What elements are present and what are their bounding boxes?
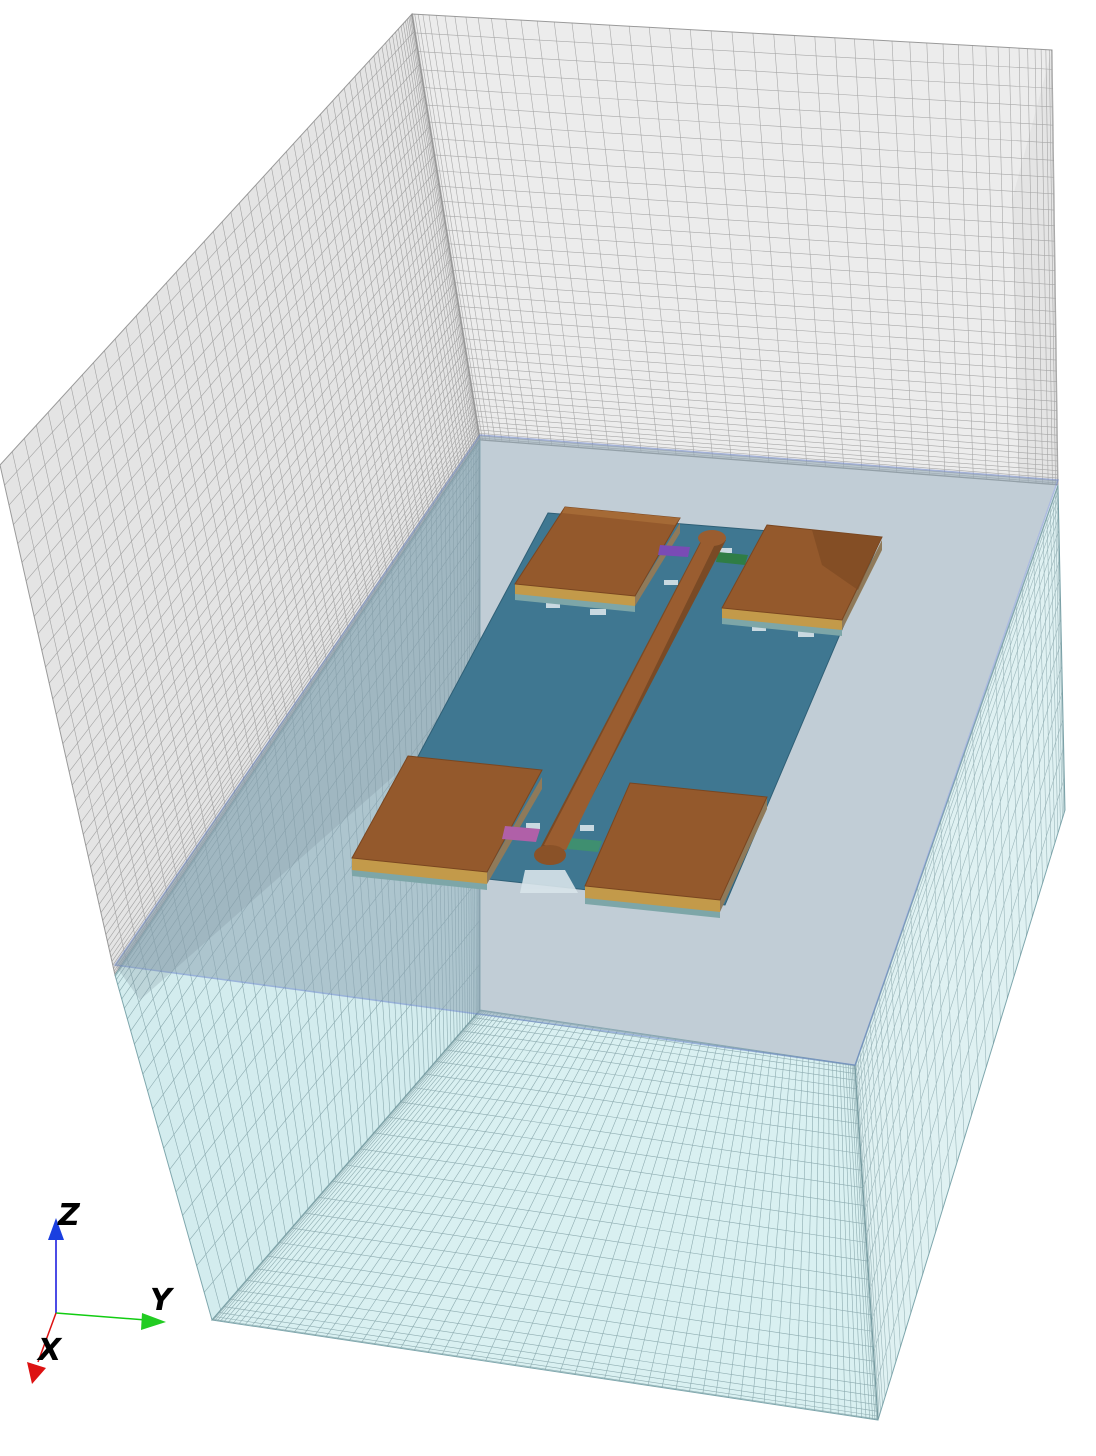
cutout: [590, 609, 606, 615]
cutout: [664, 580, 678, 585]
strip-end-bottom: [534, 845, 566, 865]
z-axis-label: Z: [57, 1198, 81, 1233]
viewport-3d[interactable]: Z Y X: [0, 0, 1096, 1456]
cutout: [580, 825, 594, 831]
x-axis-label: X: [36, 1333, 63, 1368]
y-axis-line: [55, 1312, 147, 1321]
strip-end-top: [698, 530, 726, 546]
axis-triad: Z Y X: [27, 1198, 175, 1384]
mesh-scene[interactable]: Z Y X: [0, 0, 1096, 1456]
port-top-left[interactable]: [658, 545, 690, 557]
y-axis-label: Y: [150, 1283, 175, 1318]
